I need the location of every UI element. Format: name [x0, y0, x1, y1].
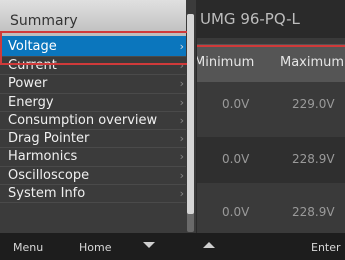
menu-item-label: Current: [8, 58, 57, 73]
maximum-value: 229.0V: [292, 97, 335, 111]
menu-item-label: Power: [8, 76, 48, 92]
chevron-right-icon: ›: [179, 77, 184, 91]
chevron-right-icon: ›: [179, 95, 184, 109]
menu-header-summary[interactable]: Summary: [0, 0, 186, 36]
minimum-value: 0.0V: [222, 152, 250, 166]
maximum-value: 228.9V: [292, 152, 335, 166]
menu-list: Voltage › Current › Power › Energy › Con…: [0, 36, 186, 204]
menu-item-power[interactable]: Power ›: [0, 75, 186, 94]
chevron-right-icon: ›: [179, 40, 184, 53]
arrow-up-icon[interactable]: [203, 242, 215, 248]
menu-item-label: Voltage: [8, 39, 57, 54]
chevron-right-icon: ›: [179, 132, 184, 146]
softkey-bar: Menu Home Enter: [0, 233, 345, 260]
menu-scrollbar[interactable]: [187, 14, 194, 232]
values-table-header: Minimum Maximum: [188, 44, 345, 82]
menu-item-system-info[interactable]: System Info ›: [0, 185, 186, 204]
table-row: 0.0V 228.9V: [188, 137, 345, 183]
scrollbar-thumb[interactable]: [187, 14, 194, 214]
menu-softkey[interactable]: Menu: [13, 241, 43, 254]
arrow-down-icon[interactable]: [143, 242, 155, 248]
column-minimum: Minimum: [194, 55, 255, 70]
column-maximum: Maximum: [280, 55, 345, 70]
menu-item-label: Harmonics: [8, 149, 78, 165]
chevron-right-icon: ›: [179, 168, 184, 182]
menu-item-energy[interactable]: Energy ›: [0, 94, 186, 112]
home-softkey[interactable]: Home: [79, 241, 111, 254]
maximum-value: 228.9V: [292, 205, 335, 219]
menu-item-drag-pointer[interactable]: Drag Pointer ›: [0, 130, 186, 149]
table-row: 0.0V 228.9V: [188, 190, 345, 236]
highlight-line: [197, 45, 345, 47]
menu-item-label: Energy: [8, 94, 54, 110]
menu-item-harmonics[interactable]: Harmonics ›: [0, 148, 186, 167]
enter-softkey[interactable]: Enter: [311, 241, 341, 254]
chevron-right-icon: ›: [179, 150, 184, 164]
chevron-right-icon: ›: [179, 187, 184, 201]
minimum-value: 0.0V: [222, 97, 250, 111]
menu-item-voltage[interactable]: Voltage ›: [0, 36, 186, 57]
minimum-value: 0.0V: [222, 205, 250, 219]
menu-item-oscilloscope[interactable]: Oscilloscope ›: [0, 167, 186, 186]
menu-item-label: Consumption overview: [8, 112, 158, 128]
chevron-right-icon: ›: [179, 59, 184, 72]
chevron-right-icon: ›: [179, 113, 184, 127]
menu-item-label: System Info: [8, 186, 86, 202]
table-row: 0.0V 229.0V: [188, 82, 345, 128]
menu-item-current[interactable]: Current ›: [0, 57, 186, 76]
device-title: UMG 96-PQ-L: [188, 0, 345, 38]
menu-item-label: Drag Pointer: [8, 131, 90, 147]
main-menu: Summary Voltage › Current › Power › Ener…: [0, 0, 197, 233]
menu-item-consumption-overview[interactable]: Consumption overview ›: [0, 112, 186, 131]
menu-item-label: Oscilloscope: [8, 167, 90, 183]
